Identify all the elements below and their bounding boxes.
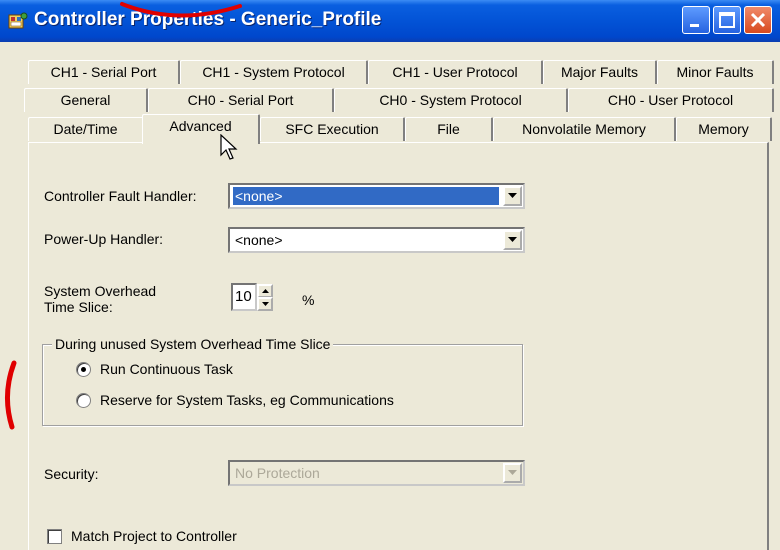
overhead-unit: % xyxy=(302,292,315,308)
chevron-down-icon xyxy=(508,193,517,198)
minimize-button[interactable] xyxy=(682,6,710,34)
radio-selected-dot xyxy=(81,367,86,372)
overhead-increment-button[interactable] xyxy=(257,284,273,298)
security-dropdown-button[interactable] xyxy=(503,463,522,483)
run-continuous-task-label[interactable]: Run Continuous Task xyxy=(100,360,233,378)
tab-nonvolatile-memory[interactable]: Nonvolatile Memory xyxy=(493,117,676,141)
overhead-decrement-button[interactable] xyxy=(257,297,273,311)
arrow-up-icon xyxy=(262,289,269,293)
tab-ch0-user-protocol[interactable]: CH0 - User Protocol xyxy=(568,88,774,112)
powerup-handler-value: <none> xyxy=(235,232,283,248)
unused-overhead-group-title: During unused System Overhead Time Slice xyxy=(52,335,334,353)
fault-handler-value: <none> xyxy=(232,186,500,206)
tab-minor-faults[interactable]: Minor Faults xyxy=(657,60,774,84)
tab-ch1-serial-port[interactable]: CH1 - Serial Port xyxy=(28,60,180,84)
tab-advanced[interactable]: Advanced xyxy=(142,114,260,144)
chevron-down-icon xyxy=(508,237,517,242)
overhead-time-slice-input[interactable]: 10 xyxy=(231,283,257,311)
security-select[interactable]: No Protection xyxy=(228,460,525,486)
close-icon xyxy=(750,12,766,28)
reserve-system-tasks-label[interactable]: Reserve for System Tasks, eg Communicati… xyxy=(100,391,394,409)
powerup-handler-label: Power-Up Handler: xyxy=(44,231,164,247)
tab-general[interactable]: General xyxy=(24,88,148,112)
close-button[interactable] xyxy=(744,6,772,34)
chevron-down-icon xyxy=(508,470,517,475)
tab-date-time[interactable]: Date/Time xyxy=(28,117,144,141)
tab-major-faults[interactable]: Major Faults xyxy=(543,60,657,84)
tab-ch0-serial-port[interactable]: CH0 - Serial Port xyxy=(148,88,334,112)
tab-row-3: Date/Time Advanced SFC Execution File No… xyxy=(28,114,774,144)
security-label: Security: xyxy=(44,466,99,482)
match-project-label[interactable]: Match Project to Controller xyxy=(71,527,237,545)
controller-properties-window: Controller Properties - Generic_Profile … xyxy=(0,0,780,550)
tab-row-1: CH1 - Serial Port CH1 - System Protocol … xyxy=(28,60,774,85)
tab-ch1-system-protocol[interactable]: CH1 - System Protocol xyxy=(180,60,368,84)
powerup-handler-select[interactable]: <none> xyxy=(228,227,525,253)
tab-file[interactable]: File xyxy=(405,117,493,141)
window-title: Controller Properties - Generic_Profile xyxy=(34,9,382,30)
overhead-label-line2: Time Slice: xyxy=(44,299,113,315)
fault-handler-dropdown-button[interactable] xyxy=(503,186,522,206)
reserve-system-tasks-radio[interactable] xyxy=(76,393,91,408)
maximize-button[interactable] xyxy=(713,6,741,34)
title-bar[interactable]: Controller Properties - Generic_Profile xyxy=(0,0,780,42)
maximize-icon xyxy=(719,12,735,28)
minimize-icon xyxy=(690,24,699,27)
tab-sfc-execution[interactable]: SFC Execution xyxy=(260,117,405,141)
controller-app-icon xyxy=(8,12,28,29)
fault-handler-select[interactable]: <none> xyxy=(228,183,525,209)
tab-row-2: General CH0 - Serial Port CH0 - System P… xyxy=(24,88,774,113)
security-value: No Protection xyxy=(235,465,320,481)
match-project-checkbox[interactable] xyxy=(47,529,62,544)
arrow-down-icon xyxy=(262,302,269,306)
tab-ch0-system-protocol[interactable]: CH0 - System Protocol xyxy=(334,88,568,112)
fault-handler-label: Controller Fault Handler: xyxy=(44,188,197,204)
unused-overhead-groupbox xyxy=(42,344,523,426)
powerup-handler-dropdown-button[interactable] xyxy=(503,230,522,250)
mouse-cursor-icon xyxy=(220,134,238,160)
tab-memory[interactable]: Memory xyxy=(676,117,772,141)
run-continuous-task-radio[interactable] xyxy=(76,362,91,377)
tab-ch1-user-protocol[interactable]: CH1 - User Protocol xyxy=(368,60,543,84)
